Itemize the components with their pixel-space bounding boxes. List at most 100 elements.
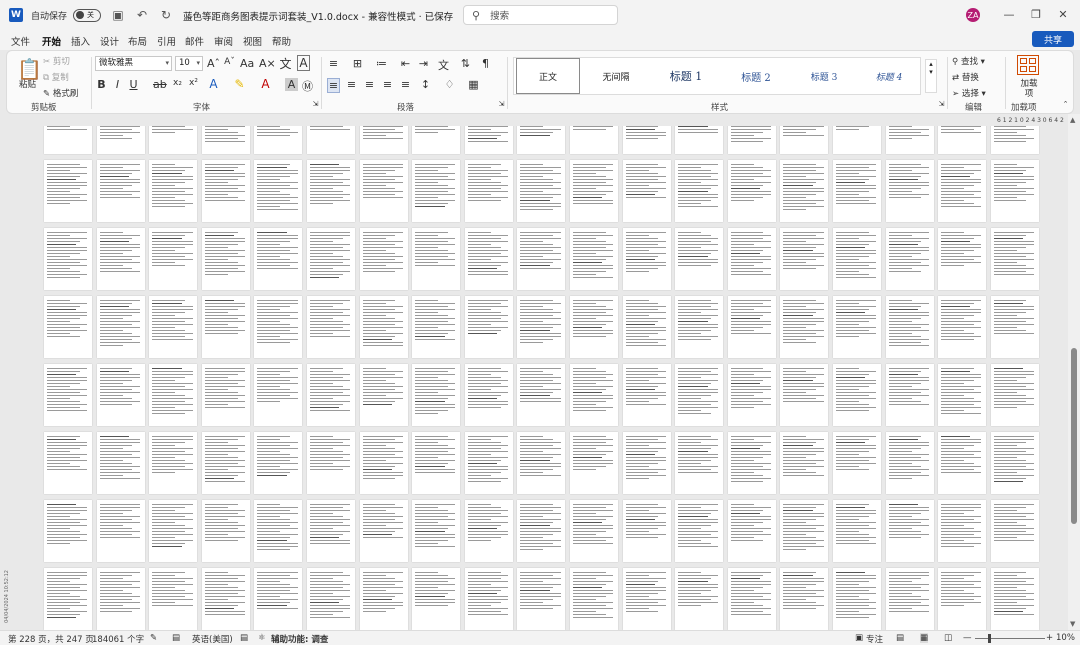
addins-button[interactable]: 加载项	[1020, 79, 1038, 99]
zoom-out-icon[interactable]: —	[963, 633, 972, 643]
page-thumbnail[interactable]	[832, 500, 881, 562]
page-thumbnail[interactable]	[359, 126, 408, 154]
decrease-indent-icon[interactable]: ⇤	[399, 57, 412, 70]
page-thumbnail[interactable]	[727, 568, 776, 630]
user-avatar[interactable]: ZA	[966, 8, 980, 22]
page-thumbnail[interactable]	[96, 296, 145, 358]
page-thumbnail[interactable]	[96, 160, 145, 222]
page-thumbnail[interactable]	[254, 126, 303, 154]
autosave-toggle[interactable]: 关	[73, 8, 102, 22]
page-thumbnail[interactable]	[517, 568, 566, 630]
page-thumbnail[interactable]	[201, 432, 250, 494]
redo-icon[interactable]: ↻	[159, 8, 173, 22]
page-thumbnail[interactable]	[938, 500, 987, 562]
page-thumbnail[interactable]	[149, 160, 198, 222]
page-thumbnail[interactable]	[44, 126, 92, 154]
page-thumbnail[interactable]	[254, 160, 303, 222]
page-thumbnail[interactable]	[464, 228, 513, 290]
vertical-scrollbar[interactable]: ▲ ▼	[1068, 114, 1080, 630]
search-box[interactable]: ⚲ 搜索	[463, 5, 618, 25]
page-thumbnail[interactable]	[727, 364, 776, 426]
page-thumbnail[interactable]	[517, 126, 566, 154]
page-thumbnail[interactable]	[96, 500, 145, 562]
page-thumbnail[interactable]	[359, 500, 408, 562]
page-thumbnail[interactable]	[254, 500, 303, 562]
page-thumbnail[interactable]	[885, 432, 934, 494]
share-button[interactable]: 共享	[1032, 31, 1074, 47]
style-no-spacing[interactable]: 无间隔	[584, 58, 648, 94]
copy-button[interactable]: ⧉ 复制	[43, 71, 69, 83]
tab-design[interactable]: 设计	[100, 34, 119, 48]
page-thumbnail[interactable]	[622, 160, 671, 222]
page-thumbnail[interactable]	[990, 228, 1039, 290]
tab-home[interactable]: 开始	[42, 34, 62, 52]
page-thumbnail[interactable]	[96, 228, 145, 290]
page-thumbnail[interactable]	[149, 126, 198, 154]
page-thumbnail[interactable]	[938, 228, 987, 290]
show-marks-icon[interactable]: ¶	[479, 57, 492, 70]
page-thumbnail[interactable]	[780, 160, 829, 222]
page-thumbnail[interactable]	[780, 432, 829, 494]
page-thumbnail[interactable]	[306, 500, 355, 562]
align-right-icon[interactable]: ≡	[363, 78, 376, 91]
enclose-characters-icon[interactable]: Ⓜ	[301, 78, 314, 94]
document-area[interactable]	[0, 126, 1068, 630]
style-heading-2[interactable]: 标题 2	[724, 58, 788, 94]
shrink-font-icon[interactable]: Aˇ	[223, 57, 236, 67]
page-thumbnail[interactable]	[832, 126, 881, 154]
distributed-icon[interactable]: ≡	[399, 78, 412, 91]
print-layout-icon[interactable]: ▦	[920, 633, 929, 643]
scrollbar-thumb[interactable]	[1071, 348, 1077, 524]
zoom-slider[interactable]	[975, 638, 1045, 639]
page-thumbnail[interactable]	[990, 432, 1039, 494]
page-thumbnail[interactable]	[201, 568, 250, 630]
zoom-slider-thumb[interactable]	[988, 634, 991, 643]
page-thumbnail[interactable]	[149, 568, 198, 630]
bold-icon[interactable]: B	[95, 78, 108, 91]
justify-icon[interactable]: ≡	[381, 78, 394, 91]
page-thumbnail[interactable]	[517, 500, 566, 562]
page-thumbnail[interactable]	[675, 160, 724, 222]
page-thumbnail[interactable]	[727, 500, 776, 562]
page-thumbnail[interactable]	[149, 296, 198, 358]
tab-file[interactable]: 文件	[11, 34, 30, 48]
tab-layout[interactable]: 布局	[128, 34, 147, 48]
page-thumbnail[interactable]	[412, 568, 461, 630]
page-thumbnail[interactable]	[254, 228, 303, 290]
page-thumbnail[interactable]	[96, 364, 145, 426]
page-thumbnail[interactable]	[780, 364, 829, 426]
superscript-icon[interactable]: x²	[187, 78, 200, 88]
page-thumbnail[interactable]	[990, 160, 1039, 222]
zoom-level[interactable]: 10%	[1056, 633, 1075, 643]
page-thumbnail[interactable]	[780, 126, 829, 154]
font-size-select[interactable]: 10 ▾	[175, 56, 203, 71]
page-thumbnail[interactable]	[464, 568, 513, 630]
italic-icon[interactable]: I	[111, 78, 124, 91]
style-heading-3[interactable]: 标题 3	[792, 58, 856, 94]
page-thumbnail[interactable]	[149, 500, 198, 562]
page-thumbnail[interactable]	[96, 126, 145, 154]
tab-mailings[interactable]: 邮件	[185, 34, 204, 48]
page-thumbnail[interactable]	[938, 364, 987, 426]
page-thumbnail[interactable]	[201, 364, 250, 426]
page-thumbnail[interactable]	[990, 568, 1039, 630]
tab-view[interactable]: 视图	[243, 34, 262, 48]
change-case-icon[interactable]: Aa	[240, 57, 254, 70]
page-thumbnail[interactable]	[885, 228, 934, 290]
page-thumbnail[interactable]	[832, 364, 881, 426]
grow-font-icon[interactable]: Aˆ	[207, 57, 220, 70]
page-thumbnail[interactable]	[780, 228, 829, 290]
select-button[interactable]: ➢ 选择 ▾	[952, 87, 986, 99]
tab-references[interactable]: 引用	[157, 34, 176, 48]
page-thumbnail[interactable]	[359, 296, 408, 358]
close-icon[interactable]: ✕	[1056, 8, 1070, 21]
page-thumbnail[interactable]	[359, 160, 408, 222]
page-thumbnail[interactable]	[675, 500, 724, 562]
page-thumbnail[interactable]	[464, 364, 513, 426]
page-thumbnail[interactable]	[675, 126, 724, 154]
underline-icon[interactable]: U	[127, 78, 140, 91]
page-thumbnail[interactable]	[464, 126, 513, 154]
page-thumbnail[interactable]	[44, 296, 92, 358]
page-count[interactable]: 第 228 页，共 247 页	[8, 633, 94, 645]
page-thumbnail[interactable]	[990, 296, 1039, 358]
